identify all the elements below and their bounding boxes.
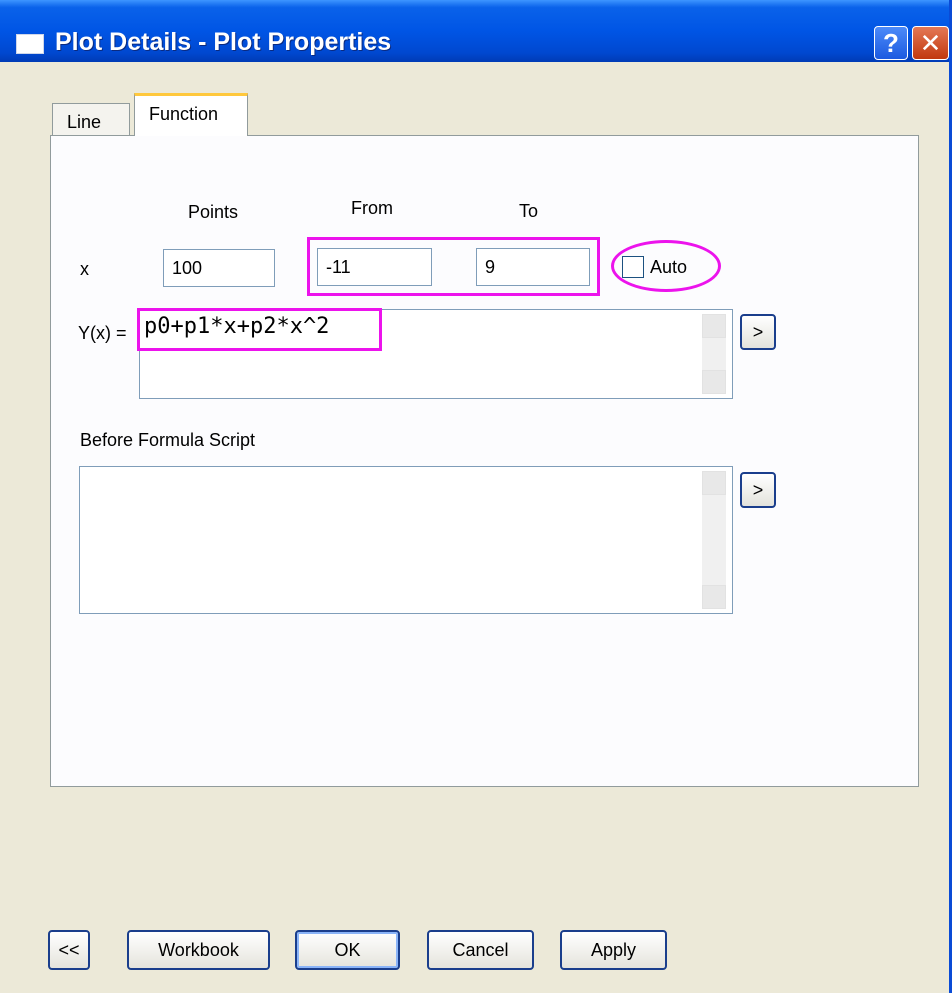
formula-text: p0+p1*x+p2*x^2 (144, 314, 330, 339)
window-title: Plot Details - Plot Properties (55, 28, 392, 56)
to-input[interactable]: 9 (476, 248, 590, 286)
cancel-button[interactable]: Cancel (427, 930, 534, 970)
before-formula-script-textarea[interactable] (79, 466, 733, 614)
tab-line-label: Line (67, 112, 102, 132)
auto-checkbox[interactable] (622, 256, 644, 278)
from-input[interactable]: -11 (317, 248, 432, 286)
apply-button[interactable]: Apply (560, 930, 667, 970)
x-label: x (80, 259, 89, 279)
formula-scrollbar[interactable] (702, 314, 726, 394)
scroll-down-button[interactable] (702, 370, 726, 394)
title-bar[interactable]: Plot Details - Plot Properties ? ✕ (0, 0, 949, 62)
ok-button[interactable]: OK (295, 930, 400, 970)
script-scrollbar[interactable] (702, 471, 726, 609)
before-formula-script-label: Before Formula Script (80, 430, 256, 450)
function-tab-panel (50, 135, 919, 787)
tab-function-label: Function (149, 104, 219, 124)
points-input[interactable]: 100 (163, 249, 275, 287)
from-header: From (351, 198, 393, 218)
auto-label[interactable]: Auto (650, 257, 687, 278)
yx-label: Y(x) = (78, 323, 127, 343)
plot-details-dialog: Plot Details - Plot Properties ? ✕ Line … (0, 0, 952, 993)
close-button[interactable]: ✕ (912, 26, 949, 60)
help-button[interactable]: ? (874, 26, 908, 60)
points-header: Points (188, 202, 239, 222)
script-scroll-down-button[interactable] (702, 585, 726, 609)
window-icon (16, 34, 44, 54)
to-header: To (519, 201, 539, 221)
script-expand-button[interactable]: > (740, 472, 776, 508)
collapse-button[interactable]: << (48, 930, 90, 970)
tab-line[interactable]: Line (52, 103, 130, 137)
scroll-up-button[interactable] (702, 314, 726, 338)
workbook-button[interactable]: Workbook (127, 930, 270, 970)
script-scroll-up-button[interactable] (702, 471, 726, 495)
formula-expand-button[interactable]: > (740, 314, 776, 350)
tab-function[interactable]: Function (134, 93, 248, 136)
